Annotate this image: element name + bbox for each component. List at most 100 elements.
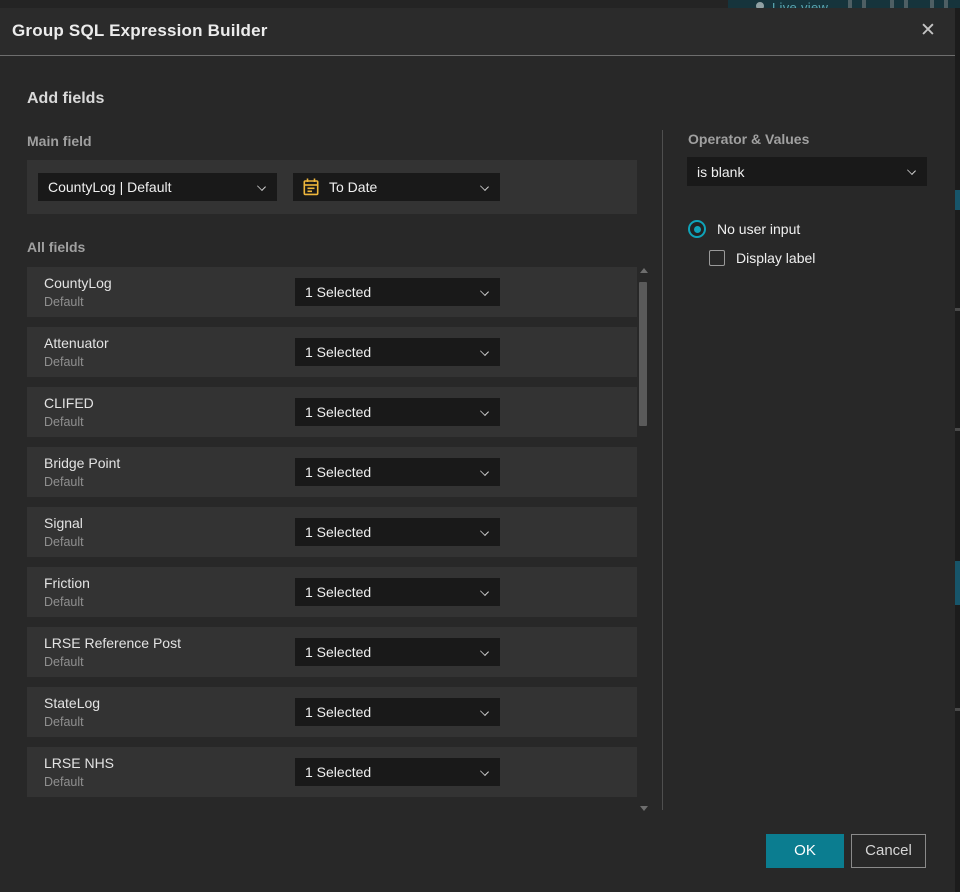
background-right-strip [955,8,960,892]
field-values-select-value: 1 Selected [305,584,372,600]
calendar-icon [303,178,319,196]
dialog-title: Group SQL Expression Builder [12,21,268,40]
main-field-label: Main field [27,133,92,149]
field-values-select[interactable]: 1 Selected [295,638,500,666]
field-type-select-value: To Date [329,179,378,195]
all-fields-list: CountyLog Default 1 Selected Attenuator … [27,267,637,807]
field-values-select-value: 1 Selected [305,284,372,300]
fields-list-scrollbar[interactable] [639,268,649,811]
chevron-down-icon [480,467,489,476]
field-sublabel: Default [44,415,84,429]
toolbar-fragment [904,0,908,8]
field-row-lrse-nhs: LRSE NHS Default 1 Selected [27,747,637,797]
cancel-button[interactable]: Cancel [851,834,926,868]
main-field-select-value: CountyLog | Default [48,179,172,195]
field-sublabel: Default [44,475,84,489]
field-name: LRSE NHS [44,755,115,771]
field-name: LRSE Reference Post [44,635,181,651]
close-icon[interactable]: ✕ [915,18,941,44]
field-row-bridge-point: Bridge Point Default 1 Selected [27,447,637,497]
field-row-signal: Signal Default 1 Selected [27,507,637,557]
ok-button[interactable]: OK [766,834,844,868]
toolbar-fragment [890,0,894,8]
operator-values-label: Operator & Values [688,131,810,147]
chevron-down-icon [480,767,489,776]
main-field-select[interactable]: CountyLog | Default [38,173,277,201]
chevron-down-icon [480,407,489,416]
field-name: CountyLog [44,275,112,291]
field-name: Attenuator [44,335,109,351]
field-name: Bridge Point [44,455,121,471]
field-name: StateLog [44,695,101,711]
field-row-countylog: CountyLog Default 1 Selected [27,267,637,317]
background-artifact [955,428,960,431]
background-topbar: Live view [0,0,960,8]
panel-divider [662,130,663,810]
no-user-input-label: No user input [717,221,801,237]
field-values-select-value: 1 Selected [305,644,372,660]
field-values-select-value: 1 Selected [305,704,372,720]
field-values-select-value: 1 Selected [305,344,372,360]
toolbar-fragment [944,0,948,8]
field-values-select-value: 1 Selected [305,764,372,780]
group-sql-expression-builder-dialog: Group SQL Expression Builder ✕ Add field… [0,8,955,892]
main-field-box: CountyLog | Default To Date [27,160,637,214]
toolbar-fragment [862,0,866,8]
field-values-select[interactable]: 1 Selected [295,278,500,306]
field-values-select[interactable]: 1 Selected [295,698,500,726]
field-sublabel: Default [44,595,84,609]
background-artifact [955,190,960,210]
chevron-down-icon [480,647,489,656]
no-user-input-radio[interactable]: No user input [688,220,800,238]
chevron-down-icon [480,347,489,356]
scroll-down-arrow-icon[interactable] [640,806,648,811]
field-values-select[interactable]: 1 Selected [295,458,500,486]
field-sublabel: Default [44,655,84,669]
chevron-down-icon [480,287,489,296]
field-values-select[interactable]: 1 Selected [295,758,500,786]
field-type-select[interactable]: To Date [293,173,500,201]
field-name: Signal [44,515,83,531]
live-view-label: Live view [772,0,829,8]
scroll-up-arrow-icon[interactable] [640,268,648,273]
add-fields-heading: Add fields [27,90,105,107]
display-label-checkbox[interactable]: Display label [709,250,815,266]
field-values-select-value: 1 Selected [305,524,372,540]
field-values-select[interactable]: 1 Selected [295,578,500,606]
field-sublabel: Default [44,775,84,789]
field-sublabel: Default [44,535,84,549]
chevron-down-icon [480,707,489,716]
field-row-statelog: StateLog Default 1 Selected [27,687,637,737]
checkbox-unchecked-icon [709,250,725,266]
chevron-down-icon [257,182,266,191]
field-sublabel: Default [44,295,84,309]
chevron-down-icon [907,166,916,175]
background-artifact [955,561,960,605]
field-values-select[interactable]: 1 Selected [295,398,500,426]
chevron-down-icon [480,182,489,191]
field-sublabel: Default [44,715,84,729]
live-view-toolbar: Live view [728,0,960,8]
operator-select[interactable]: is blank [687,157,927,186]
field-values-select[interactable]: 1 Selected [295,338,500,366]
chevron-down-icon [480,527,489,536]
display-label-label: Display label [736,250,816,266]
radio-selected-icon [688,220,706,238]
field-sublabel: Default [44,355,84,369]
field-row-friction: Friction Default 1 Selected [27,567,637,617]
scrollbar-thumb[interactable] [639,282,647,426]
dialog-titlebar: Group SQL Expression Builder ✕ [0,8,955,56]
background-artifact [955,708,960,711]
field-values-select[interactable]: 1 Selected [295,518,500,546]
operator-select-value: is blank [697,163,745,180]
toolbar-fragment [930,0,934,8]
field-values-select-value: 1 Selected [305,404,372,420]
field-name: CLIFED [44,395,94,411]
field-row-lrse-reference-post: LRSE Reference Post Default 1 Selected [27,627,637,677]
field-row-attenuator: Attenuator Default 1 Selected [27,327,637,377]
background-artifact [955,308,960,311]
toolbar-fragment [848,0,852,8]
field-row-clifed: CLIFED Default 1 Selected [27,387,637,437]
chevron-down-icon [480,587,489,596]
all-fields-label: All fields [27,239,86,255]
